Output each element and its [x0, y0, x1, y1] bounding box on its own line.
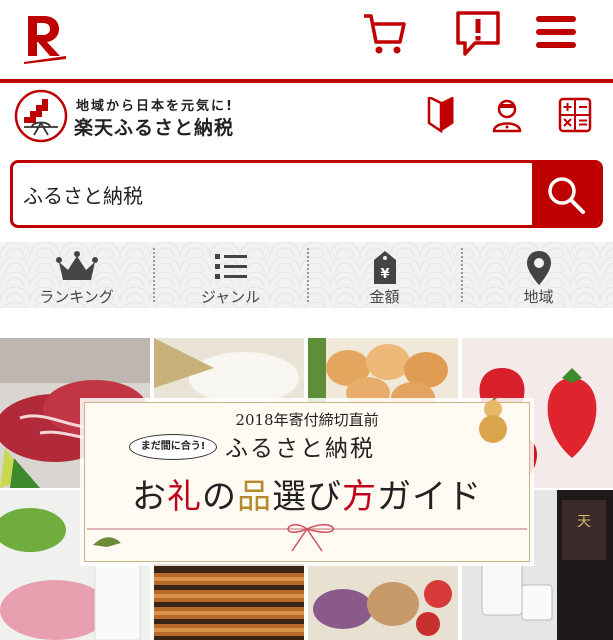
rice-photo — [154, 338, 304, 408]
search-button[interactable] — [532, 163, 600, 225]
eggs-photo — [308, 338, 458, 408]
list-icon — [214, 254, 247, 279]
alert-icon[interactable] — [455, 10, 501, 58]
category-genre-label: ジャンル — [200, 288, 261, 306]
gourd-icon — [479, 397, 507, 443]
category-genre[interactable]: ジャンル — [154, 242, 307, 308]
guide-banner-card[interactable]: 2018年寄付締切直前 まだ間に合う! ふるさと納税 お礼の品選び方ガイド — [84, 397, 530, 562]
user-icon[interactable] — [490, 97, 524, 133]
crown-icon — [55, 251, 98, 280]
map-pin-icon — [526, 251, 551, 285]
gift-guide-heading: お礼の品選び方ガイド — [132, 477, 482, 517]
beginner-mark-icon[interactable] — [424, 97, 458, 133]
svg-text:¥: ¥ — [380, 267, 389, 282]
banner-title: ふるさと納税 — [225, 436, 375, 462]
vegetables-photo — [308, 564, 458, 640]
category-ranking-label: ランキング — [39, 288, 114, 306]
site-tagline: 地域から日本を元気に! — [76, 99, 234, 114]
category-amount-label: 金額 — [369, 288, 400, 306]
category-amount[interactable]: ¥ 金額 — [308, 242, 461, 308]
ribbon-decoration — [87, 524, 527, 552]
search-icon — [548, 177, 585, 214]
category-region-label: 地域 — [523, 288, 554, 306]
category-region[interactable]: 地域 — [462, 242, 613, 308]
eel-photo — [154, 564, 304, 640]
rakuten-logo-icon[interactable] — [22, 12, 70, 64]
site-name[interactable]: 楽天ふるさと納税 — [74, 113, 234, 140]
search-bar — [10, 160, 603, 228]
furusato-emblem-icon[interactable] — [14, 89, 68, 143]
yen-tag-icon: ¥ — [373, 251, 396, 284]
category-nav: ランキング ジャンル ¥ 金額 地域 — [0, 242, 613, 308]
svg-text:天: 天 — [577, 514, 591, 530]
still-in-time-badge: まだ間に合う! — [129, 434, 217, 460]
site-header: 地域から日本を元気に! 楽天ふるさと納税 — [0, 83, 613, 159]
deadline-text: 2018年寄付締切直前 — [235, 411, 379, 429]
hamburger-menu-icon[interactable] — [536, 14, 576, 50]
cart-icon[interactable] — [362, 12, 406, 56]
calculator-icon[interactable] — [558, 97, 592, 133]
search-input[interactable] — [23, 163, 533, 225]
top-bar — [0, 0, 613, 80]
category-ranking[interactable]: ランキング — [0, 242, 153, 308]
